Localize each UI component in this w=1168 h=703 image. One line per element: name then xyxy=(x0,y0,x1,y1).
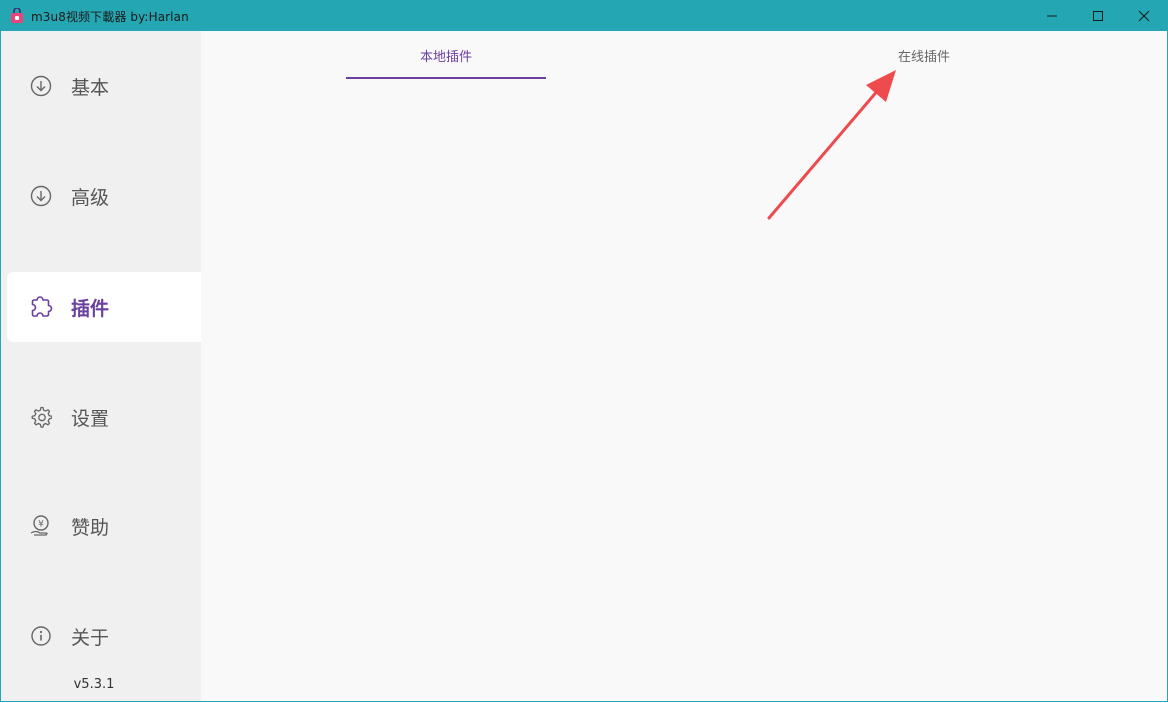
minimize-icon xyxy=(1047,15,1057,17)
sidebar-item-label: 设置 xyxy=(71,407,110,430)
close-button[interactable] xyxy=(1121,1,1167,31)
sidebar-item-plugins[interactable]: 插件 xyxy=(7,272,201,342)
info-icon xyxy=(29,624,53,648)
window-title: m3u8视频下載器 by:Harlan xyxy=(31,9,189,24)
title-bar[interactable]: m3u8视频下載器 by:Harlan xyxy=(1,1,1167,31)
gear-icon xyxy=(29,405,53,429)
sidebar-item-label: 赞助 xyxy=(71,516,110,539)
active-tab-indicator xyxy=(346,77,546,79)
app-logo-icon xyxy=(9,7,25,24)
maximize-icon xyxy=(1093,11,1103,21)
sidebar-item-basic[interactable]: 基本 xyxy=(7,51,201,121)
sidebar-item-donate[interactable]: ¥ 赞助 xyxy=(7,491,201,561)
download-circle-icon xyxy=(29,184,53,208)
window-controls xyxy=(1029,1,1167,31)
sidebar-item-label: 基本 xyxy=(71,76,110,99)
sidebar-item-label: 高级 xyxy=(71,186,110,209)
tab-label: 在线插件 xyxy=(897,49,950,65)
main-content: 本地插件 在线插件 xyxy=(201,31,1167,701)
tab-online-plugins[interactable]: 在线插件 xyxy=(824,31,1024,79)
sidebar-item-label: 插件 xyxy=(71,297,110,320)
sidebar-item-settings[interactable]: 设置 xyxy=(7,382,201,452)
tab-local-plugins[interactable]: 本地插件 xyxy=(346,31,546,79)
version-label: v5.3.1 xyxy=(73,677,115,692)
puzzle-icon xyxy=(29,295,53,319)
download-circle-icon xyxy=(29,74,53,98)
maximize-button[interactable] xyxy=(1075,1,1121,31)
svg-text:¥: ¥ xyxy=(38,520,44,530)
minimize-button[interactable] xyxy=(1029,1,1075,31)
close-icon xyxy=(1138,10,1150,22)
tab-label: 本地插件 xyxy=(419,49,472,65)
app-window: m3u8视频下載器 by:Harlan 基本 高级 插件 设置 ¥ 赞助 关于 … xyxy=(0,0,1168,702)
sidebar-item-label: 关于 xyxy=(71,626,110,649)
donate-icon: ¥ xyxy=(29,514,53,538)
sidebar-item-about[interactable]: 关于 xyxy=(7,601,201,671)
sidebar: 基本 高级 插件 设置 ¥ 赞助 关于 v5.3.1 xyxy=(1,31,201,701)
sidebar-item-advanced[interactable]: 高级 xyxy=(7,161,201,231)
